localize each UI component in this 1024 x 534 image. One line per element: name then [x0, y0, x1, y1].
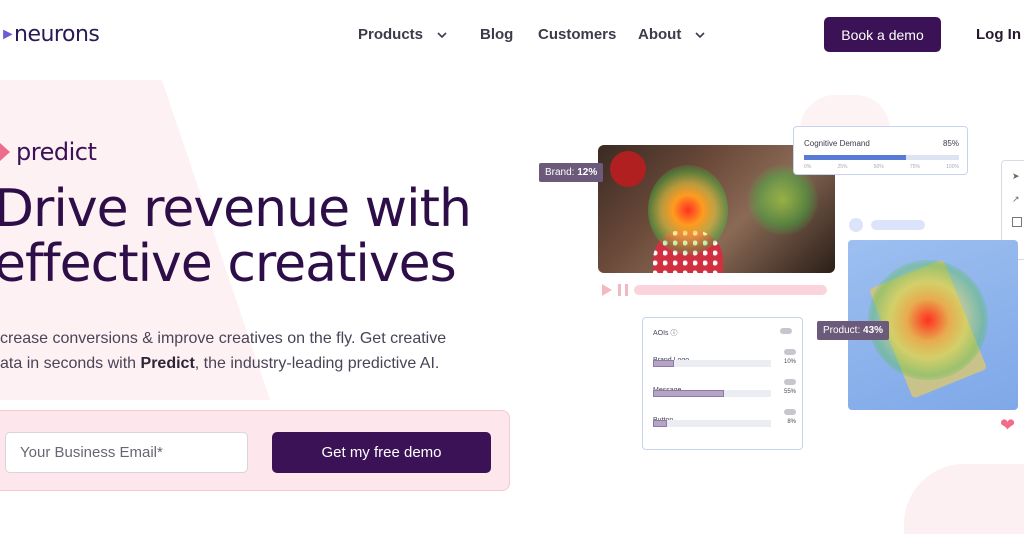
brand-tag: Brand: 12%	[539, 163, 604, 182]
get-free-demo-button[interactable]: Get my free demo	[272, 432, 491, 473]
video-progress-bar[interactable]	[634, 285, 827, 295]
tick-label: 0%	[804, 164, 812, 170]
chevron-down-icon	[693, 28, 707, 42]
hero-subtitle: crease conversions & improve creatives o…	[0, 326, 500, 376]
heatmap-hotspot	[748, 165, 818, 235]
aoi-row-toggle[interactable]	[784, 349, 796, 355]
nav-item-customers[interactable]: Customers	[538, 26, 616, 43]
aoi-row-pct: 8%	[787, 419, 796, 425]
aoi-row-bar-fill	[653, 360, 675, 367]
square-tool-icon[interactable]	[1012, 217, 1022, 227]
cognitive-demand-card: Cognitive Demand 85% 0% 25% 50% 75% 100%	[793, 126, 968, 175]
subtitle-text: crease conversions & improve creatives o…	[0, 330, 447, 347]
brand-tag-label: Brand:	[545, 167, 575, 178]
pointer-icon[interactable]: ↗	[1012, 194, 1022, 204]
aoi-row-pct: 10%	[783, 359, 796, 365]
product-tag-value: 43%	[863, 325, 884, 336]
headline-line-2: effective creatives	[0, 234, 457, 294]
cognitive-title: Cognitive Demand	[804, 139, 870, 148]
tick-label: 25%	[837, 164, 848, 170]
nav-item-label: Customers	[538, 26, 617, 43]
hero-headline: Drive revenue with effective creatives	[0, 179, 472, 294]
aoi-row-bar-fill	[653, 390, 724, 397]
brand-tag-value: 12%	[577, 167, 598, 178]
video-player-controls	[602, 284, 827, 296]
heatmap-hotspot	[648, 165, 728, 255]
nav-item-products[interactable]: Products	[358, 26, 449, 43]
book-demo-button[interactable]: Book a demo	[824, 17, 941, 52]
cognitive-bar	[804, 155, 959, 160]
headline-line-1: Drive revenue with	[0, 179, 472, 239]
cognitive-value: 85%	[942, 139, 959, 148]
heatmap-hotspot	[868, 260, 988, 380]
subtitle-text: , the industry-leading predictive AI.	[194, 355, 440, 372]
aoi-row: Message 55%	[653, 379, 796, 397]
subtitle-bold: Predict	[140, 355, 195, 372]
aoi-row-toggle[interactable]	[784, 409, 796, 415]
aoi-row: Brand Logo 10%	[653, 349, 796, 367]
aoi-toggle[interactable]	[780, 328, 792, 334]
nav-item-blog[interactable]: Blog	[480, 26, 513, 43]
top-navigation: ► neurons Products Blog Customers About …	[0, 0, 1024, 70]
nav-item-label: About	[638, 26, 682, 43]
nav-item-about[interactable]: About	[638, 26, 707, 43]
product-tag: Product: 43%	[817, 321, 890, 340]
email-input[interactable]: Your Business Email*	[5, 432, 248, 473]
tick-label: 100%	[946, 164, 959, 170]
aoi-row-toggle[interactable]	[784, 379, 796, 385]
tick-label: 75%	[909, 164, 920, 170]
nav-item-label: Products	[358, 26, 424, 43]
play-icon[interactable]	[602, 284, 612, 296]
subtitle-text: ata in seconds with	[0, 355, 141, 372]
decorative-pills	[849, 218, 925, 232]
logo-text: neurons	[14, 22, 100, 47]
decorative-dot	[849, 218, 863, 232]
cognitive-bar-fill	[804, 155, 907, 160]
logo-arrow-icon: ►	[0, 25, 16, 43]
aoi-row-bar	[653, 390, 771, 397]
aoi-row-bar	[653, 420, 771, 427]
product-tag-label: Product:	[823, 325, 861, 336]
chevron-down-icon	[435, 28, 449, 42]
nav-item-label: Blog	[480, 26, 514, 43]
cognitive-ticks: 0% 25% 50% 75% 100%	[804, 164, 959, 170]
decorative-pill	[871, 220, 925, 230]
cursor-icon[interactable]: ➤	[1012, 171, 1022, 181]
heart-icon: ❤	[1000, 415, 1016, 435]
neurons-logo[interactable]: ► neurons	[0, 22, 100, 47]
pause-icon[interactable]	[618, 284, 628, 296]
login-link[interactable]: Log In	[976, 26, 1021, 43]
predict-product-label: predict	[0, 138, 97, 166]
aoi-row: Button 8%	[653, 409, 796, 427]
aoi-row-pct: 55%	[783, 389, 796, 395]
background-shape	[904, 464, 1024, 534]
predict-text: predict	[16, 138, 97, 166]
aoi-card: AOIs ⓘ Brand Logo 10% Message 55% Button…	[642, 317, 803, 450]
brand-sign	[610, 151, 646, 187]
aoi-row-bar	[653, 360, 771, 367]
tick-label: 50%	[873, 164, 884, 170]
aoi-header: AOIs ⓘ	[653, 330, 678, 337]
predict-arrow-icon	[0, 143, 10, 161]
aoi-row-bar-fill	[653, 420, 668, 427]
